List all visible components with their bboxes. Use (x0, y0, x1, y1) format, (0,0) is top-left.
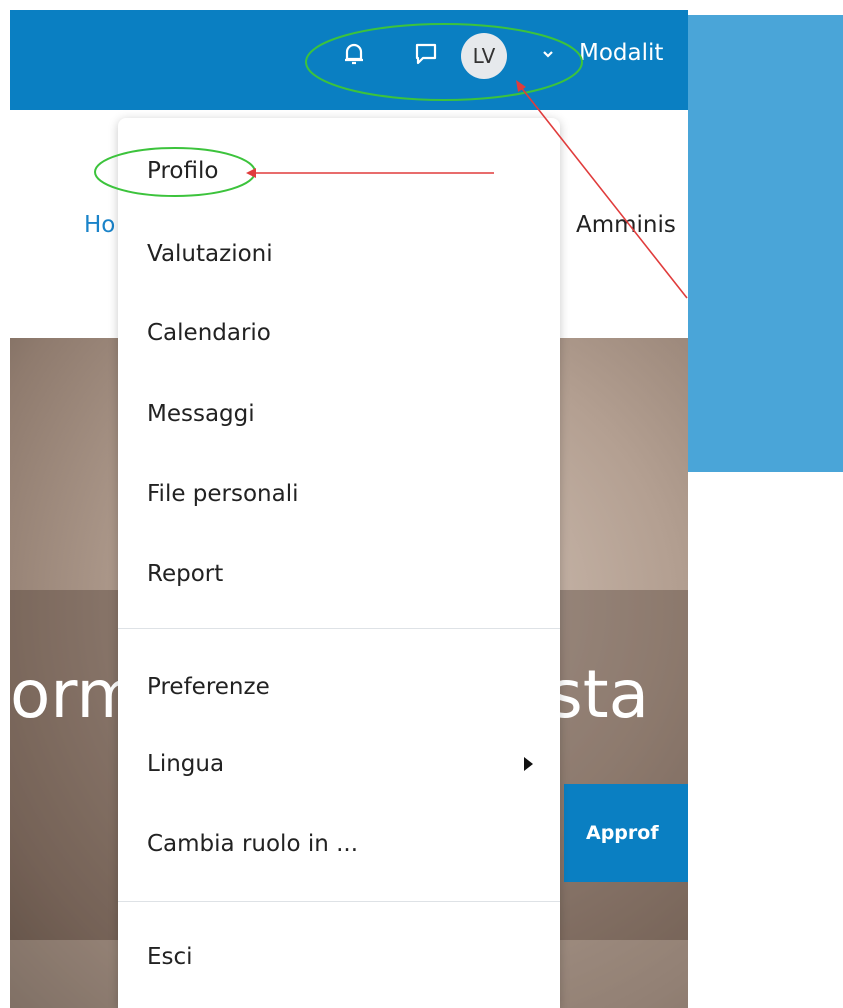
avatar-initials: LV (472, 44, 496, 68)
nav-link-admin[interactable]: Amminis (576, 212, 676, 238)
user-dropdown-menu: Profilo Valutazioni Calendario Messaggi … (118, 118, 560, 1008)
chevron-down-icon[interactable] (540, 46, 556, 62)
nav-link-home[interactable]: Ho (84, 212, 115, 238)
menu-divider (118, 901, 560, 902)
menu-item-report[interactable]: Report (147, 561, 223, 587)
avatar[interactable]: LV (461, 33, 507, 79)
hero-button[interactable]: Approf (564, 784, 688, 882)
menu-divider (118, 628, 560, 629)
triangle-right-icon (524, 757, 533, 771)
menu-item-lingua[interactable]: Lingua (147, 751, 224, 777)
bell-icon[interactable] (340, 40, 368, 68)
menu-item-messaggi[interactable]: Messaggi (147, 401, 255, 427)
menu-item-esci[interactable]: Esci (147, 944, 193, 970)
chat-icon[interactable] (412, 40, 440, 68)
menu-item-calendario[interactable]: Calendario (147, 320, 271, 346)
menu-item-profilo[interactable]: Profilo (147, 158, 218, 184)
menu-item-cambia-ruolo[interactable]: Cambia ruolo in ... (147, 831, 358, 857)
mode-label[interactable]: Modalit (579, 40, 688, 66)
side-panel (688, 15, 843, 472)
menu-item-file-personali[interactable]: File personali (147, 481, 299, 507)
menu-item-valutazioni[interactable]: Valutazioni (147, 241, 273, 267)
menu-item-preferenze[interactable]: Preferenze (147, 674, 270, 700)
